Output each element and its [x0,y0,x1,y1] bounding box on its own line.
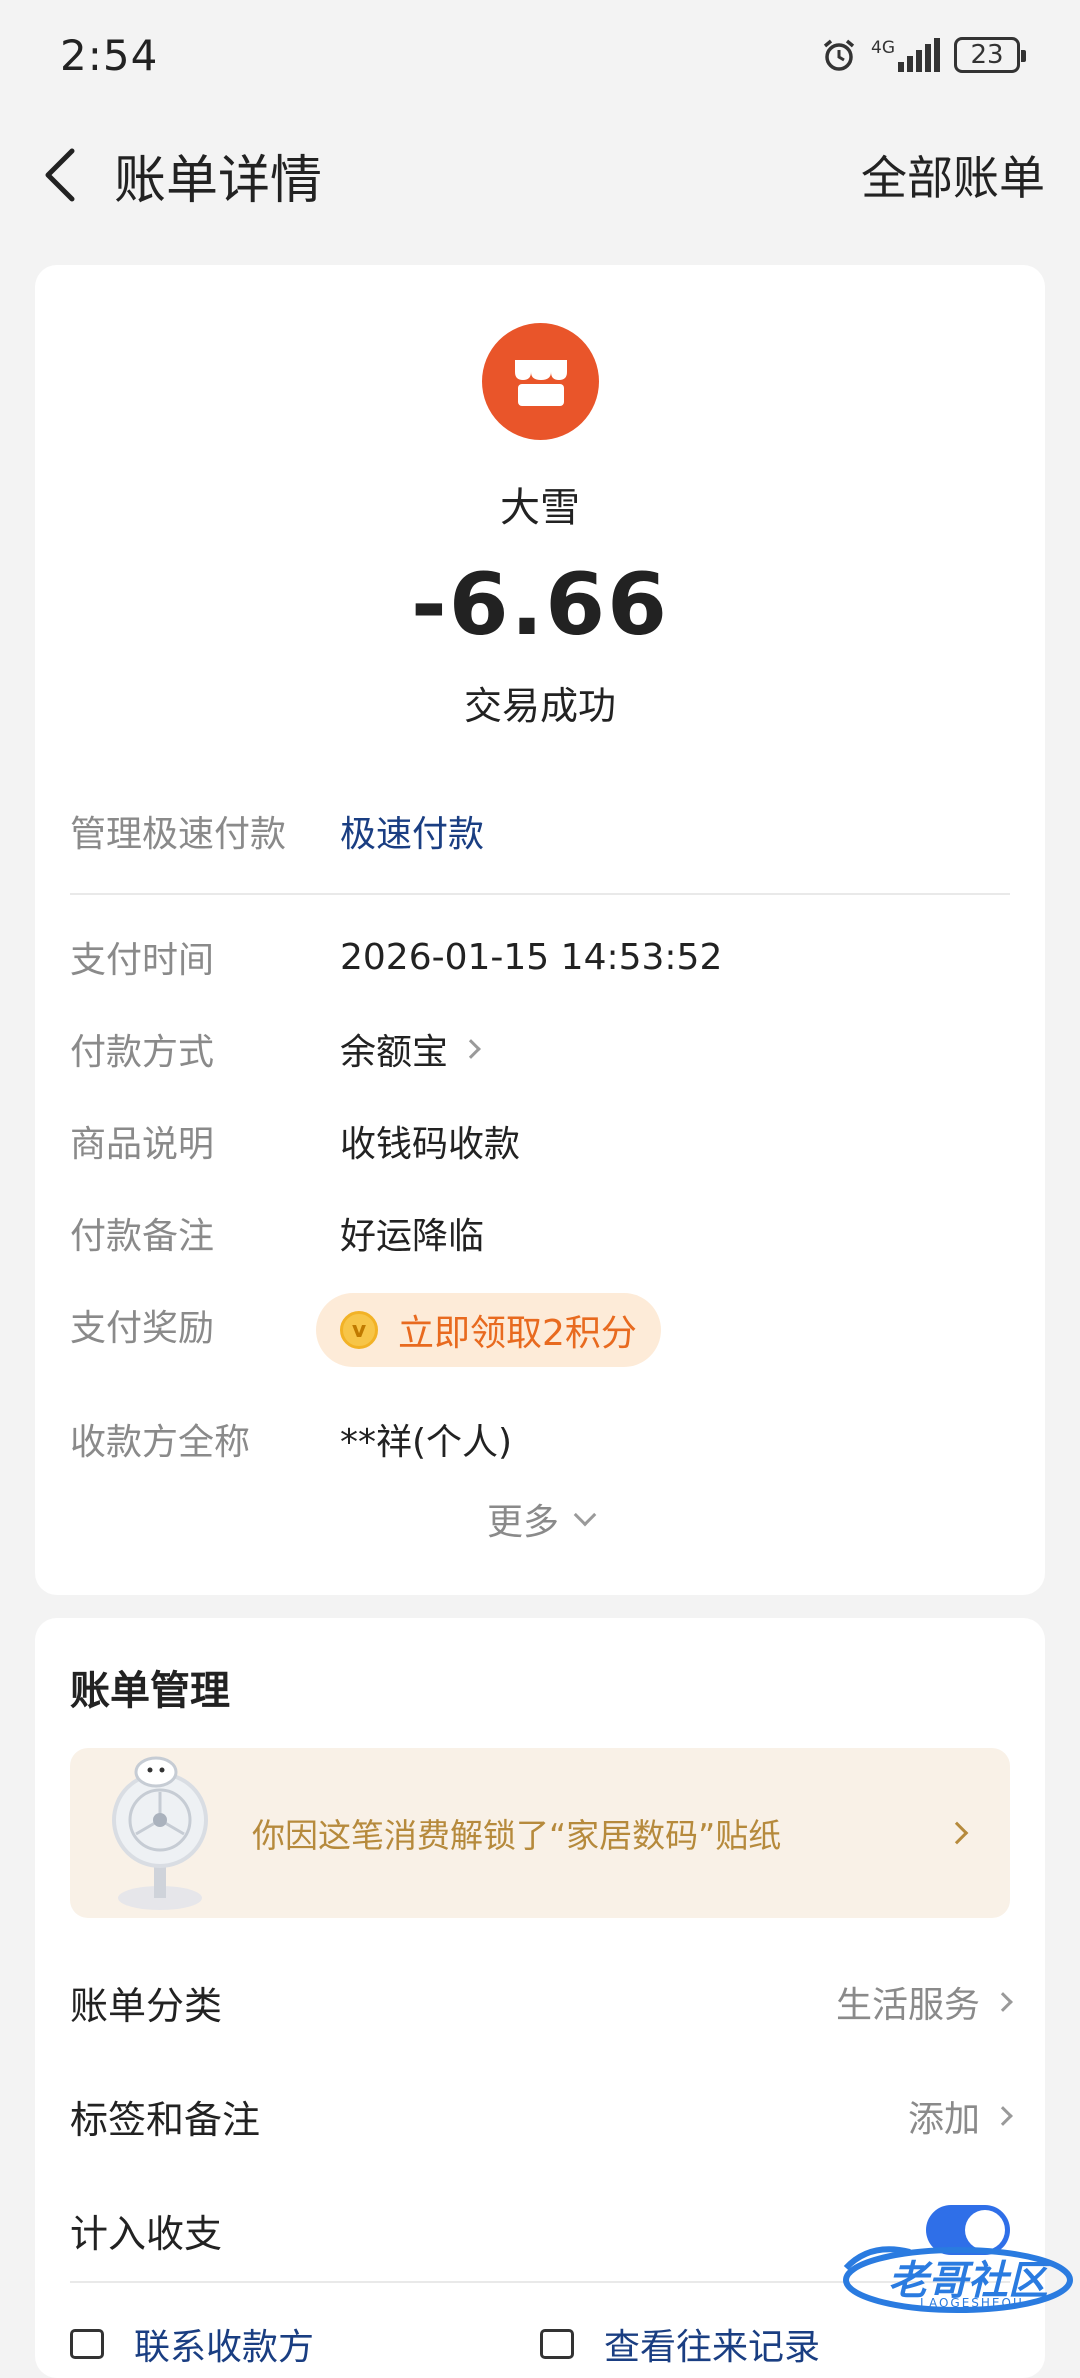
fast-pay-row: 管理极速付款 极速付款 [70,805,1010,857]
chevron-right-icon [945,1821,969,1845]
nav-bar: 账单详情 全部账单 [0,120,1080,230]
bill-category-text: 生活服务 [835,1985,980,2026]
view-history-label: 查看往来记录 [604,2327,821,2368]
signal-icon: 4G [871,38,940,72]
section-title: 账单管理 [70,1668,230,1714]
bill-category-label: 账单分类 [70,1983,223,2028]
sticker-banner[interactable]: 你因这笔消费解锁了“家居数码”贴纸 [70,1748,1010,1918]
all-bills-link[interactable]: 全部账单 [861,142,1045,208]
transaction-amount: -6.66 [411,555,669,655]
goods-desc-label: 商品说明 [70,1124,215,1165]
sticker-banner-text: 你因这笔消费解锁了“家居数码”贴纸 [252,1816,782,1855]
add-tags-button[interactable]: 添加 [907,2090,1013,2142]
chevron-right-icon [993,1992,1013,2012]
watermark-logo: 老哥社区 LAOGESHEQU [840,2238,1080,2318]
bill-category-value[interactable]: 生活服务 [835,1976,1013,2028]
nav-left: 账单详情 [34,138,322,213]
pay-method-label: 付款方式 [70,1032,215,1073]
goods-desc-row: 商品说明 收钱码收款 [70,1115,1010,1167]
chevron-right-icon [993,2106,1013,2126]
fan-sticker-icon [100,1748,230,1918]
pay-note-row: 付款备注 好运降临 [70,1207,1010,1259]
contact-payee-link[interactable]: 联系收款方 [70,2318,314,2370]
more-label: 更多 [486,1502,559,1543]
status-icons: 4G 23 [821,37,1026,73]
fast-pay-label: 管理极速付款 [70,814,287,855]
chat-icon [70,2329,104,2359]
pay-time-row: 支付时间 2026-01-15 14:53:52 [70,931,1010,983]
pay-method-text: 余额宝 [340,1032,449,1073]
transaction-card: 大雪 -6.66 交易成功 管理极速付款 极速付款 支付时间 2026-01-1… [35,265,1045,1595]
goods-desc-value: 收钱码收款 [340,1124,521,1165]
payee-row: 收款方全称 **祥(个人) [70,1413,1010,1465]
pay-note-label: 付款备注 [70,1216,215,1257]
include-balance-label: 计入收支 [70,2211,223,2256]
coin-icon: v [340,1311,378,1349]
merchant-name: 大雪 [500,485,580,531]
add-tags-text: 添加 [907,2099,980,2140]
chevron-down-icon [573,1503,597,1527]
chevron-right-icon [461,1039,481,1059]
status-bar: 2:54 4G 23 [0,0,1080,110]
tags-notes-label: 标签和备注 [70,2097,261,2142]
payee-label: 收款方全称 [70,1422,251,1463]
reward-row: 支付奖励 v 立即领取2积分 [70,1293,1010,1367]
payee-value: **祥(个人) [340,1422,513,1463]
page-title: 账单详情 [114,150,323,211]
pay-note-value: 好运降临 [340,1216,485,1257]
store-icon [482,323,599,440]
tags-notes-row[interactable]: 标签和备注 添加 [70,2086,1013,2146]
back-arrow-icon[interactable] [34,145,84,205]
watermark-subtext: LAOGESHEQU [920,2296,1024,2310]
more-button[interactable]: 更多 [35,1493,1045,1545]
battery-icon: 23 [954,37,1026,73]
alarm-icon [821,37,857,73]
divider [70,893,1010,895]
transaction-status: 交易成功 [463,684,616,728]
reward-label: 支付奖励 [70,1308,215,1349]
bill-category-row[interactable]: 账单分类 生活服务 [70,1972,1013,2032]
pay-time-label: 支付时间 [70,940,215,981]
network-type-label: 4G [871,38,895,58]
view-history-link[interactable]: 查看往来记录 [540,2318,820,2370]
battery-level: 23 [970,40,1004,70]
pay-time-value: 2026-01-15 14:53:52 [340,936,723,978]
pay-method-row[interactable]: 付款方式 余额宝 [70,1023,1010,1075]
contact-payee-label: 联系收款方 [134,2327,315,2368]
record-icon [540,2329,574,2359]
fast-pay-link[interactable]: 极速付款 [340,805,484,857]
pay-method-value[interactable]: 余额宝 [340,1023,481,1075]
claim-points-button[interactable]: v 立即领取2积分 [316,1293,661,1367]
status-time: 2:54 [60,30,159,80]
claim-points-label: 立即领取2积分 [398,1313,637,1354]
